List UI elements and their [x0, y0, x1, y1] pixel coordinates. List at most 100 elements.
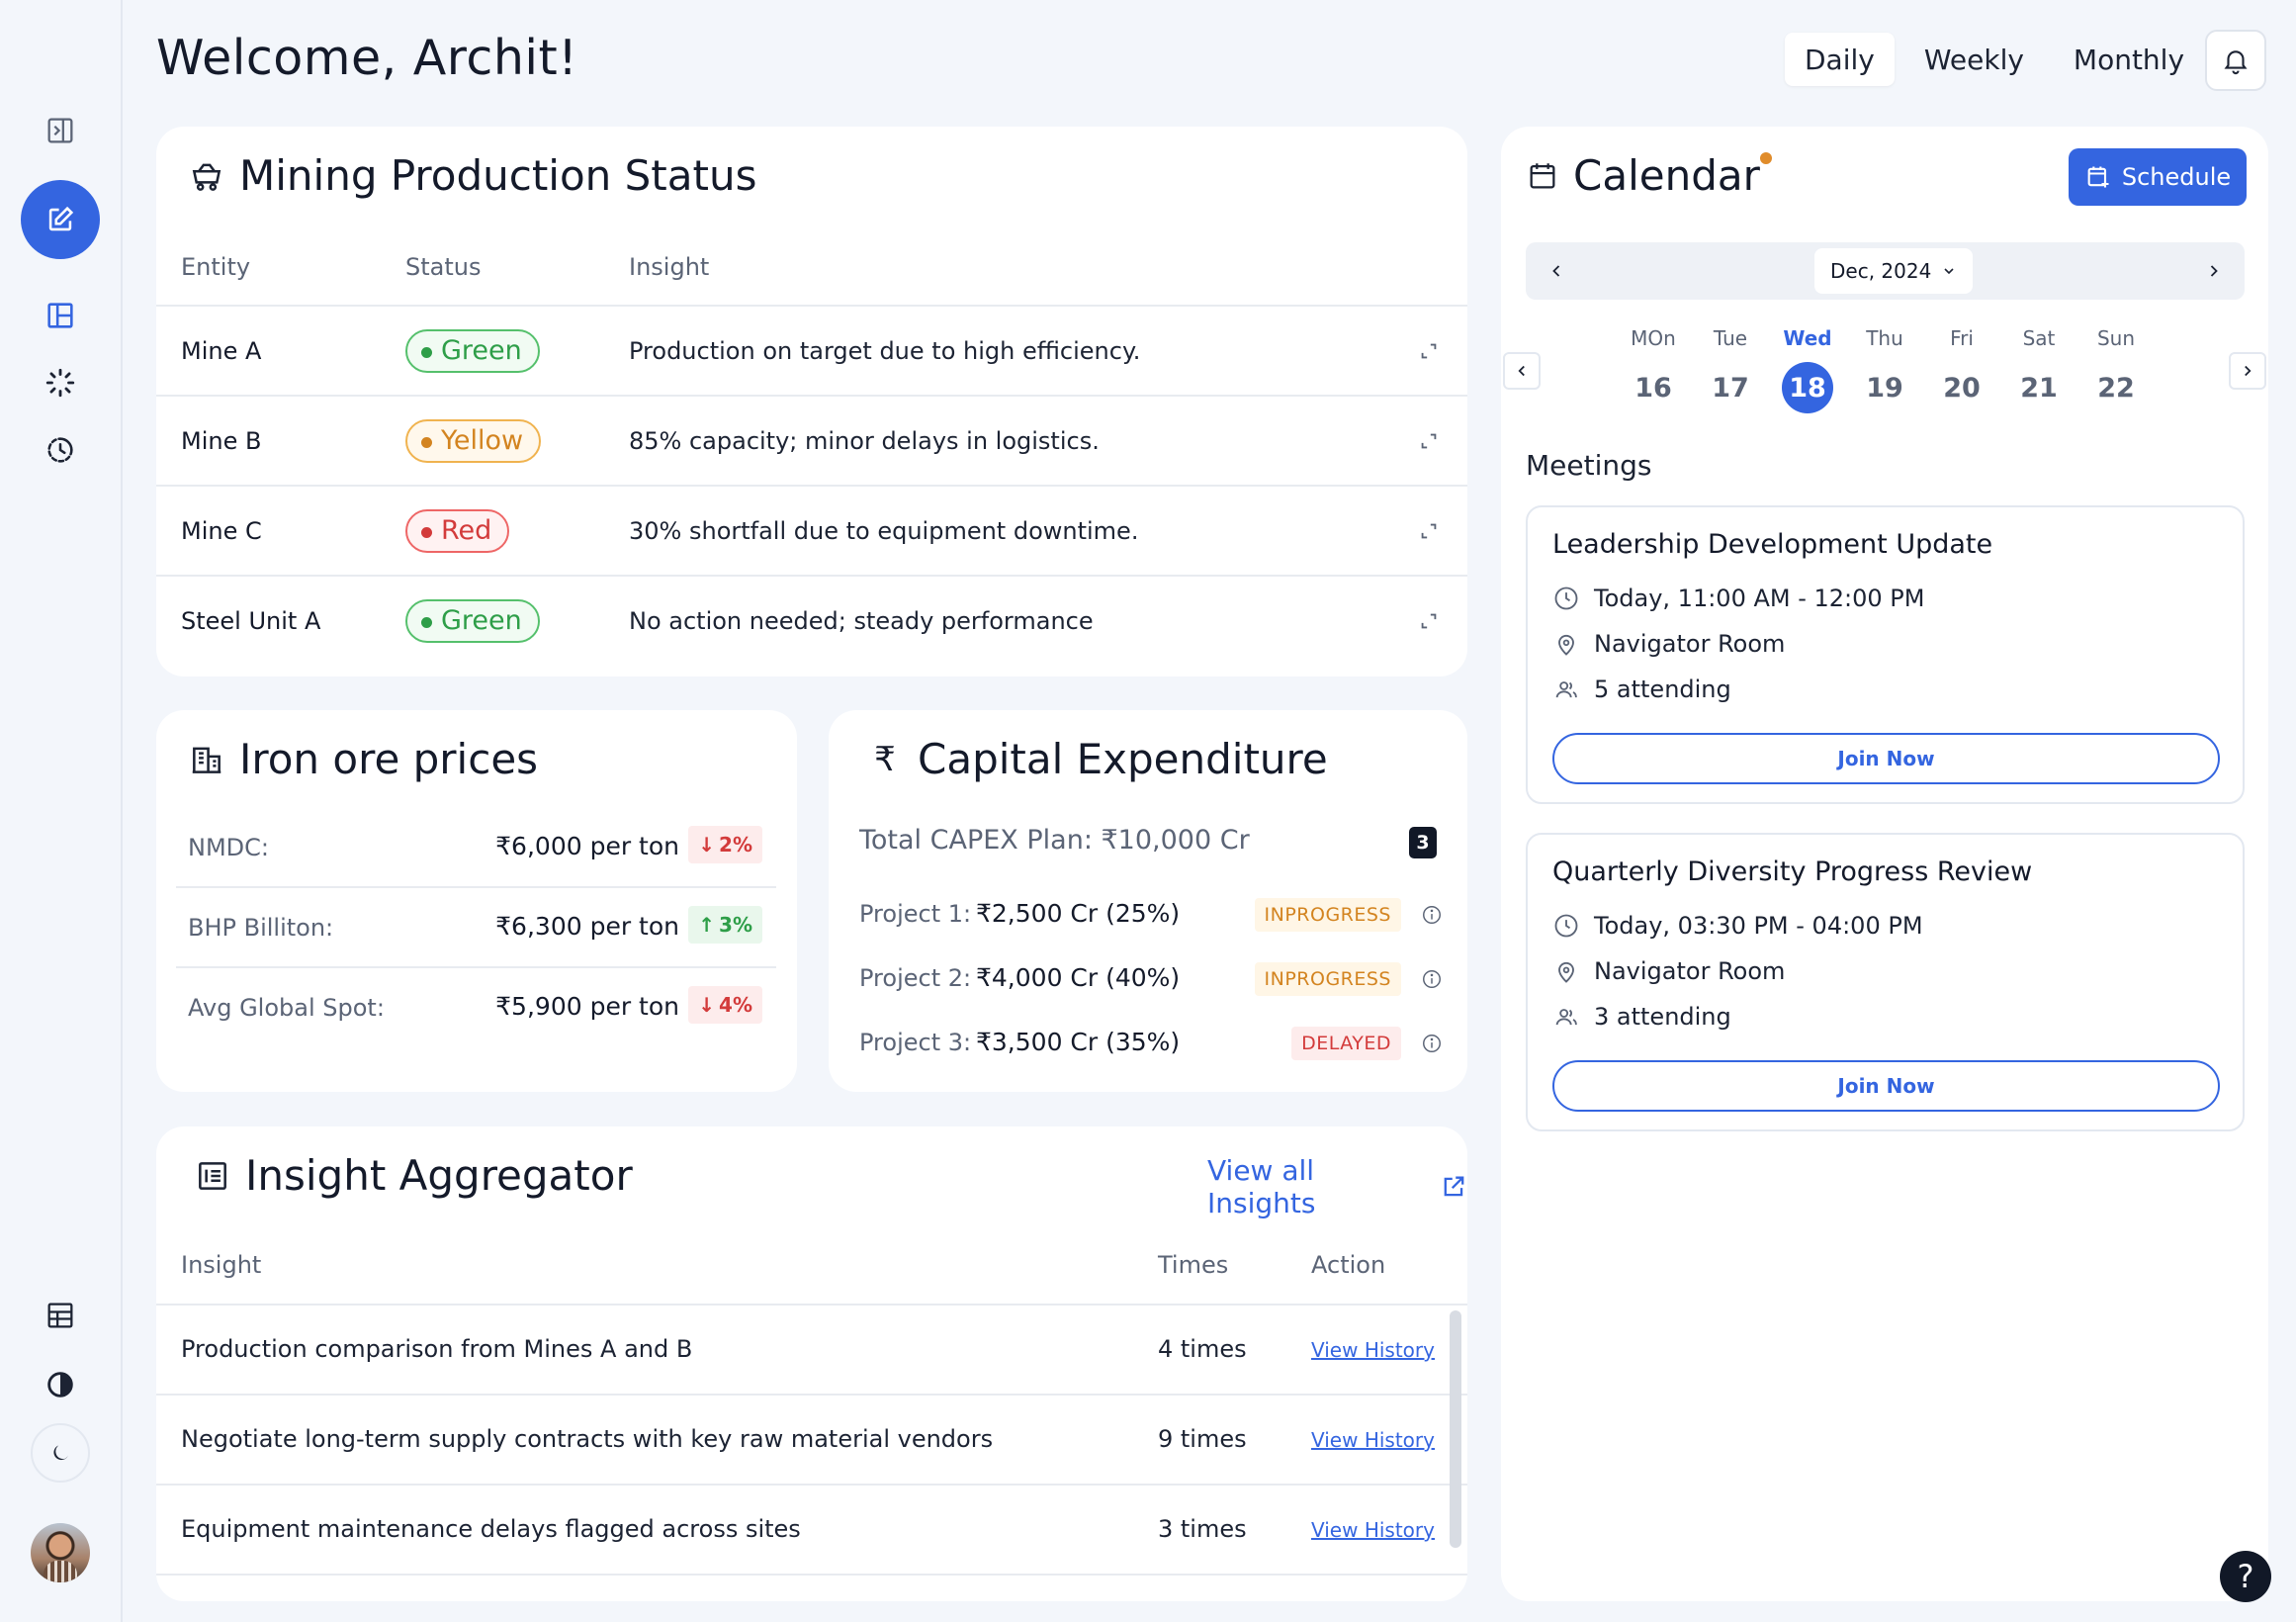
chevron-left-icon: [1518, 365, 1525, 377]
project-count-badge: 3: [1409, 827, 1437, 858]
notification-dot: [1760, 152, 1772, 164]
prev-week-button[interactable]: [1503, 352, 1541, 390]
next-month-button[interactable]: [2199, 256, 2229, 286]
meeting-attendees: 5 attending: [1552, 676, 1731, 703]
info-icon[interactable]: [1421, 1033, 1443, 1054]
join-now-button[interactable]: Join Now: [1552, 1060, 2220, 1112]
tab-daily[interactable]: Daily: [1785, 33, 1895, 86]
meeting-title: Quarterly Diversity Progress Review: [1552, 856, 2033, 887]
schedule-button[interactable]: Schedule: [2069, 148, 2247, 206]
edit-icon[interactable]: [21, 180, 100, 259]
table-row[interactable]: Steel Unit A Green No action needed; ste…: [156, 575, 1467, 665]
avatar[interactable]: [31, 1523, 90, 1582]
day-wed[interactable]: Wed 18: [1778, 326, 1837, 413]
meeting-room: Navigator Room: [1552, 630, 1785, 658]
day-mon[interactable]: MOn 16: [1624, 326, 1683, 413]
chevron-left-icon: [1552, 265, 1560, 277]
view-history-link[interactable]: View History: [1311, 1428, 1435, 1452]
entity-name: Mine C: [181, 516, 262, 545]
meeting-title: Leadership Development Update: [1552, 529, 1993, 560]
tab-monthly[interactable]: Monthly: [2054, 33, 2204, 86]
building-icon: [192, 747, 221, 773]
insight-text: 30% shortfall due to equipment downtime.: [629, 516, 1139, 545]
expand-icon[interactable]: [1418, 430, 1440, 452]
meeting-card: Leadership Development Update Today, 11:…: [1526, 505, 2245, 804]
col-times: Times: [1158, 1251, 1229, 1279]
view-history-link[interactable]: View History: [1311, 1338, 1435, 1362]
table-row[interactable]: Mine C Red 30% shortfall due to equipmen…: [156, 485, 1467, 575]
arrow-up-icon: ↑: [698, 913, 716, 937]
list-icon: [199, 1161, 226, 1190]
price-value: ₹5,900 per ton: [495, 992, 679, 1021]
tab-weekly[interactable]: Weekly: [1904, 33, 2044, 86]
day-tue[interactable]: Tue 17: [1701, 326, 1760, 413]
meeting-time: Today, 11:00 AM - 12:00 PM: [1552, 585, 1924, 612]
expand-icon[interactable]: [1418, 520, 1440, 542]
collapse-sidebar-icon[interactable]: [21, 91, 100, 170]
day-sat[interactable]: Sat 21: [2009, 326, 2069, 413]
price-change-badge: ↑ 3%: [688, 906, 762, 944]
info-icon[interactable]: [1421, 968, 1443, 990]
meeting-card: Quarterly Diversity Progress Review Toda…: [1526, 833, 2245, 1131]
capex-title: ₹ Capital Expenditure: [866, 735, 1328, 783]
view-history-link[interactable]: View History: [1311, 1518, 1435, 1542]
users-icon: [1555, 1009, 1577, 1026]
col-action: Action: [1311, 1251, 1386, 1279]
expand-icon[interactable]: [1418, 340, 1440, 362]
clock-icon: [1554, 914, 1578, 938]
table-row: Negotiate long-term supply contracts wit…: [156, 1394, 1467, 1484]
clock-icon: [1554, 586, 1578, 610]
table-row[interactable]: Mine A Green Production on target due to…: [156, 305, 1467, 395]
users-icon: [1555, 681, 1577, 698]
project-value: ₹4,000 Cr (40%): [976, 963, 1181, 992]
project-label: Project 3:: [859, 1029, 972, 1056]
join-now-button[interactable]: Join Now: [1552, 733, 2220, 784]
chevron-right-icon: [2245, 365, 2252, 377]
prev-month-button[interactable]: [1542, 256, 1571, 286]
times-count: 3 times: [1158, 1515, 1247, 1543]
iron-title-text: Iron ore prices: [239, 735, 539, 783]
capex-total: Total CAPEX Plan: ₹10,000 Cr: [859, 825, 1250, 856]
help-button[interactable]: ?: [2220, 1551, 2271, 1602]
period-tabs: Daily Weekly Monthly: [1785, 33, 2204, 86]
contrast-icon[interactable]: [21, 1345, 100, 1424]
insight-text: No action needed; steady performance: [629, 606, 1094, 635]
next-week-button[interactable]: [2229, 352, 2266, 390]
table-row[interactable]: Mine B Yellow 85% capacity; minor delays…: [156, 395, 1467, 485]
day-fri[interactable]: Fri 20: [1932, 326, 1991, 413]
calendar-add-icon: [2087, 166, 2109, 188]
calendar-title: Calendar: [1526, 151, 1760, 200]
status-badge: INPROGRESS: [1254, 962, 1401, 996]
location-pin-icon: [1558, 634, 1574, 656]
iron-title: Iron ore prices: [188, 735, 538, 783]
times-count: 9 times: [1158, 1425, 1247, 1453]
rupee-icon: ₹: [874, 739, 896, 779]
status-badge: DELAYED: [1291, 1027, 1401, 1060]
status-badge: Green: [405, 328, 540, 373]
history-icon[interactable]: [21, 410, 100, 490]
day-thu[interactable]: Thu 19: [1855, 326, 1914, 413]
table-row: Production comparison from Mines A and B…: [156, 1304, 1467, 1394]
mining-production-card: Mining Production Status Entity Status I…: [156, 127, 1467, 676]
scrollbar[interactable]: [1450, 1310, 1461, 1548]
meeting-room: Navigator Room: [1552, 957, 1785, 985]
meeting-time: Today, 03:30 PM - 04:00 PM: [1552, 912, 1923, 940]
meeting-attendees: 3 attending: [1552, 1003, 1731, 1031]
price-row: BHP Billiton: ₹6,300 per ton ↑ 3%: [176, 888, 776, 968]
day-sun[interactable]: Sun 22: [2086, 326, 2146, 413]
bell-icon: [2224, 50, 2248, 75]
view-all-insights-link[interactable]: View all Insights: [1207, 1154, 1467, 1219]
notification-button[interactable]: [2205, 30, 2266, 91]
arrow-down-icon: ↓: [698, 993, 716, 1017]
insight-text: Equipment maintenance delays flagged acr…: [181, 1515, 801, 1543]
table-icon[interactable]: [21, 1276, 100, 1355]
status-badge: Green: [405, 598, 540, 643]
arrow-down-icon: ↓: [698, 833, 716, 856]
month-select[interactable]: Dec, 2024: [1814, 248, 1974, 294]
meetings-heading: Meetings: [1526, 449, 1652, 482]
info-icon[interactable]: [1421, 904, 1443, 926]
insight-text: Production comparison from Mines A and B: [181, 1335, 693, 1363]
dark-mode-icon[interactable]: [31, 1423, 90, 1483]
expand-icon[interactable]: [1418, 610, 1440, 632]
project-row: Project 1: ₹2,500 Cr (25%) INPROGRESS: [859, 894, 1443, 934]
